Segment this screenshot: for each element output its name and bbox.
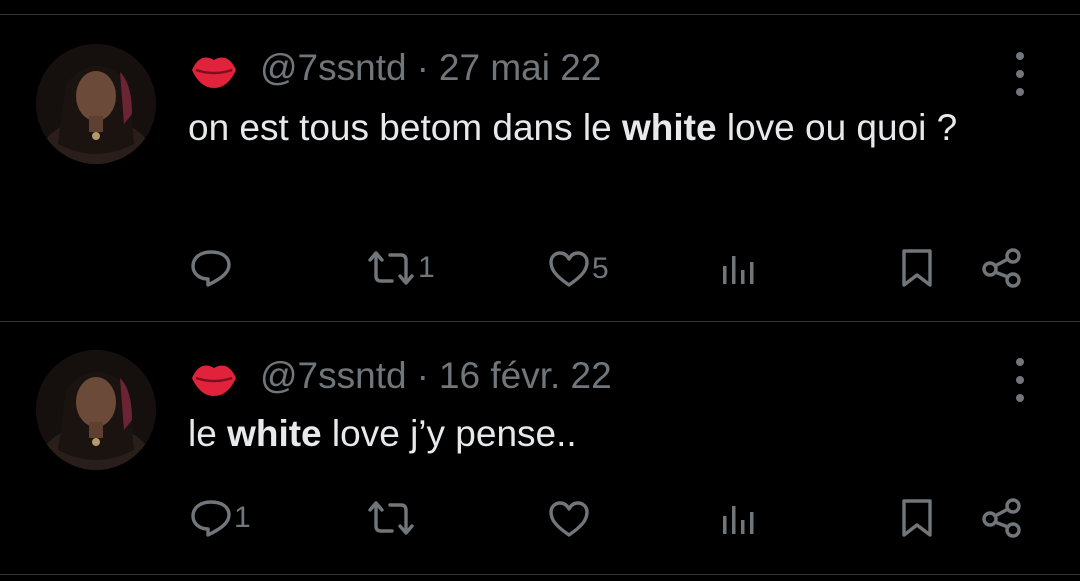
like-button[interactable]	[548, 500, 592, 538]
user-handle[interactable]: @7ssntd	[260, 355, 407, 397]
share-button[interactable]	[980, 248, 1024, 288]
header-separator: ·	[416, 47, 429, 88]
tweet-header: @7ssntd · 16 févr. 22	[190, 354, 612, 398]
more-options-icon[interactable]	[1008, 358, 1032, 402]
reply-count: 1	[234, 501, 251, 534]
heart-icon	[549, 501, 589, 537]
kiss-lips-icon	[192, 57, 236, 88]
retweet-button[interactable]: 1	[366, 250, 435, 286]
views-button[interactable]	[720, 502, 756, 536]
bookmark-button[interactable]	[900, 498, 934, 538]
like-button[interactable]: 5	[548, 250, 609, 288]
views-icon	[723, 506, 754, 534]
bookmark-icon	[902, 499, 932, 537]
reply-icon	[191, 500, 231, 537]
tweet-header: @7ssntd · 27 mai 22	[190, 46, 601, 90]
tweet[interactable]: @7ssntd · 27 mai 22 on est tous betom da…	[0, 0, 1080, 320]
retweet-icon	[368, 501, 414, 535]
avatar[interactable]	[36, 44, 156, 164]
retweet-icon	[368, 251, 414, 285]
divider	[0, 574, 1080, 575]
heart-icon	[549, 251, 589, 287]
retweet-count: 1	[418, 251, 435, 284]
reply-icon	[191, 250, 231, 287]
header-separator: ·	[416, 355, 429, 396]
reply-button[interactable]	[190, 248, 234, 288]
share-button[interactable]	[980, 498, 1024, 538]
retweet-button[interactable]	[366, 500, 418, 536]
views-button[interactable]	[720, 252, 756, 286]
views-icon	[723, 256, 754, 284]
bookmark-button[interactable]	[900, 248, 934, 288]
tweet-date[interactable]: 16 févr. 22	[439, 355, 612, 397]
user-handle[interactable]: @7ssntd	[260, 47, 407, 89]
tweet-text: le white love j’y pense..	[188, 413, 577, 454]
kiss-lips-icon	[192, 365, 236, 396]
bookmark-icon	[902, 249, 932, 287]
more-options-icon[interactable]	[1008, 52, 1032, 96]
tweet-date[interactable]: 27 mai 22	[439, 47, 602, 89]
avatar[interactable]	[36, 350, 156, 470]
reply-button[interactable]: 1	[190, 498, 251, 538]
share-icon	[982, 498, 1021, 538]
share-icon	[982, 248, 1021, 288]
tweet-text: on est tous betom dans le white love ou …	[188, 107, 958, 148]
tweet[interactable]: @7ssntd · 16 févr. 22 le white love j’y …	[0, 322, 1080, 572]
like-count: 5	[592, 252, 609, 285]
